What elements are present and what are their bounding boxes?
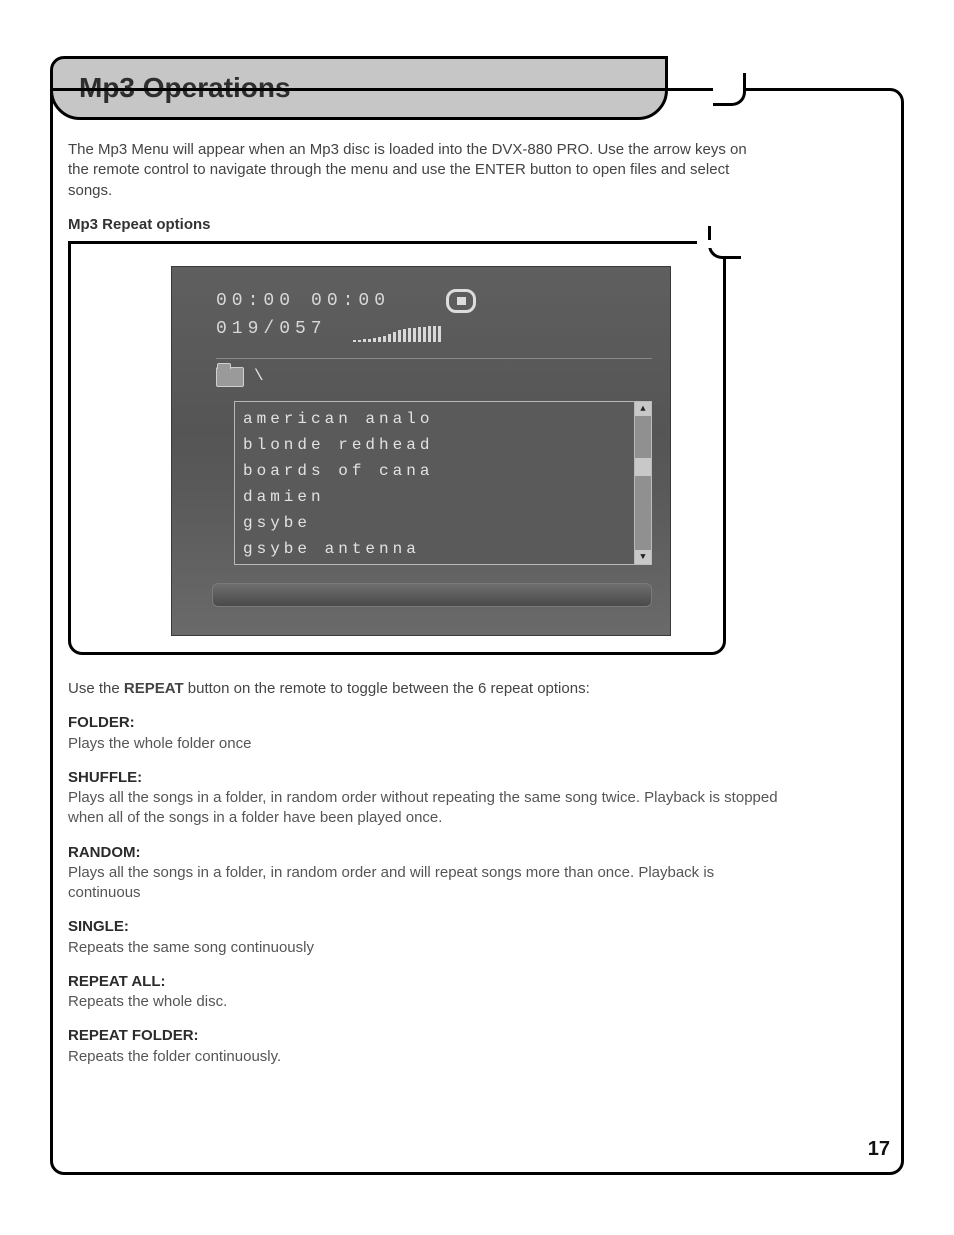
option-label: SHUFFLE:: [68, 768, 888, 788]
status-bar: [212, 583, 652, 607]
option-desc: Plays all the songs in a folder, in rand…: [68, 863, 788, 904]
list-item[interactable]: american analo: [243, 406, 626, 432]
option-desc: Plays the whole folder once: [68, 734, 888, 754]
option-desc: Plays all the songs in a folder, in rand…: [68, 788, 788, 829]
folder-icon: [216, 367, 244, 387]
time-total: 00:00: [311, 289, 390, 313]
level-meter-icon: [353, 326, 441, 342]
intro-paragraph: The Mp3 Menu will appear when an Mp3 dis…: [68, 140, 768, 201]
toggle-instruction: Use the REPEAT button on the remote to t…: [68, 679, 888, 699]
list-item[interactable]: boards of cana: [243, 458, 626, 484]
option-desc: Repeats the same song continuously: [68, 938, 888, 958]
scroll-up-icon[interactable]: ▲: [635, 402, 651, 416]
track-counter: 019/057: [216, 317, 327, 341]
scroll-thumb[interactable]: [635, 458, 651, 476]
time-elapsed: 00:00: [216, 289, 295, 313]
repeat-options-list: FOLDER: Plays the whole folder once SHUF…: [68, 713, 888, 1067]
option-label: SINGLE:: [68, 917, 888, 937]
repeat-button-label: REPEAT: [124, 680, 184, 697]
scrollbar[interactable]: ▲ ▼: [635, 401, 652, 565]
option-label: RANDOM:: [68, 843, 888, 863]
page-number: 17: [868, 1138, 890, 1161]
screenshot-frame: 00:00 00:00 019/057: [68, 241, 726, 655]
file-list[interactable]: american analo blonde redhead boards of …: [234, 401, 635, 565]
repeat-options-heading: Mp3 Repeat options: [68, 215, 888, 235]
stop-icon: [446, 289, 476, 313]
list-item[interactable]: gsybe antenna: [243, 536, 626, 562]
list-item[interactable]: gsybe: [243, 510, 626, 536]
list-item[interactable]: damien: [243, 484, 626, 510]
option-label: FOLDER:: [68, 713, 888, 733]
option-desc: Repeats the whole disc.: [68, 992, 888, 1012]
option-label: REPEAT FOLDER:: [68, 1026, 888, 1046]
option-desc: Repeats the folder continuously.: [68, 1047, 888, 1067]
page-content: The Mp3 Menu will appear when an Mp3 dis…: [68, 140, 888, 1081]
list-item[interactable]: blonde redhead: [243, 432, 626, 458]
mp3-menu-screenshot: 00:00 00:00 019/057: [171, 266, 671, 636]
scroll-down-icon[interactable]: ▼: [635, 550, 651, 564]
current-path: \: [254, 366, 266, 388]
option-label: REPEAT ALL:: [68, 972, 888, 992]
